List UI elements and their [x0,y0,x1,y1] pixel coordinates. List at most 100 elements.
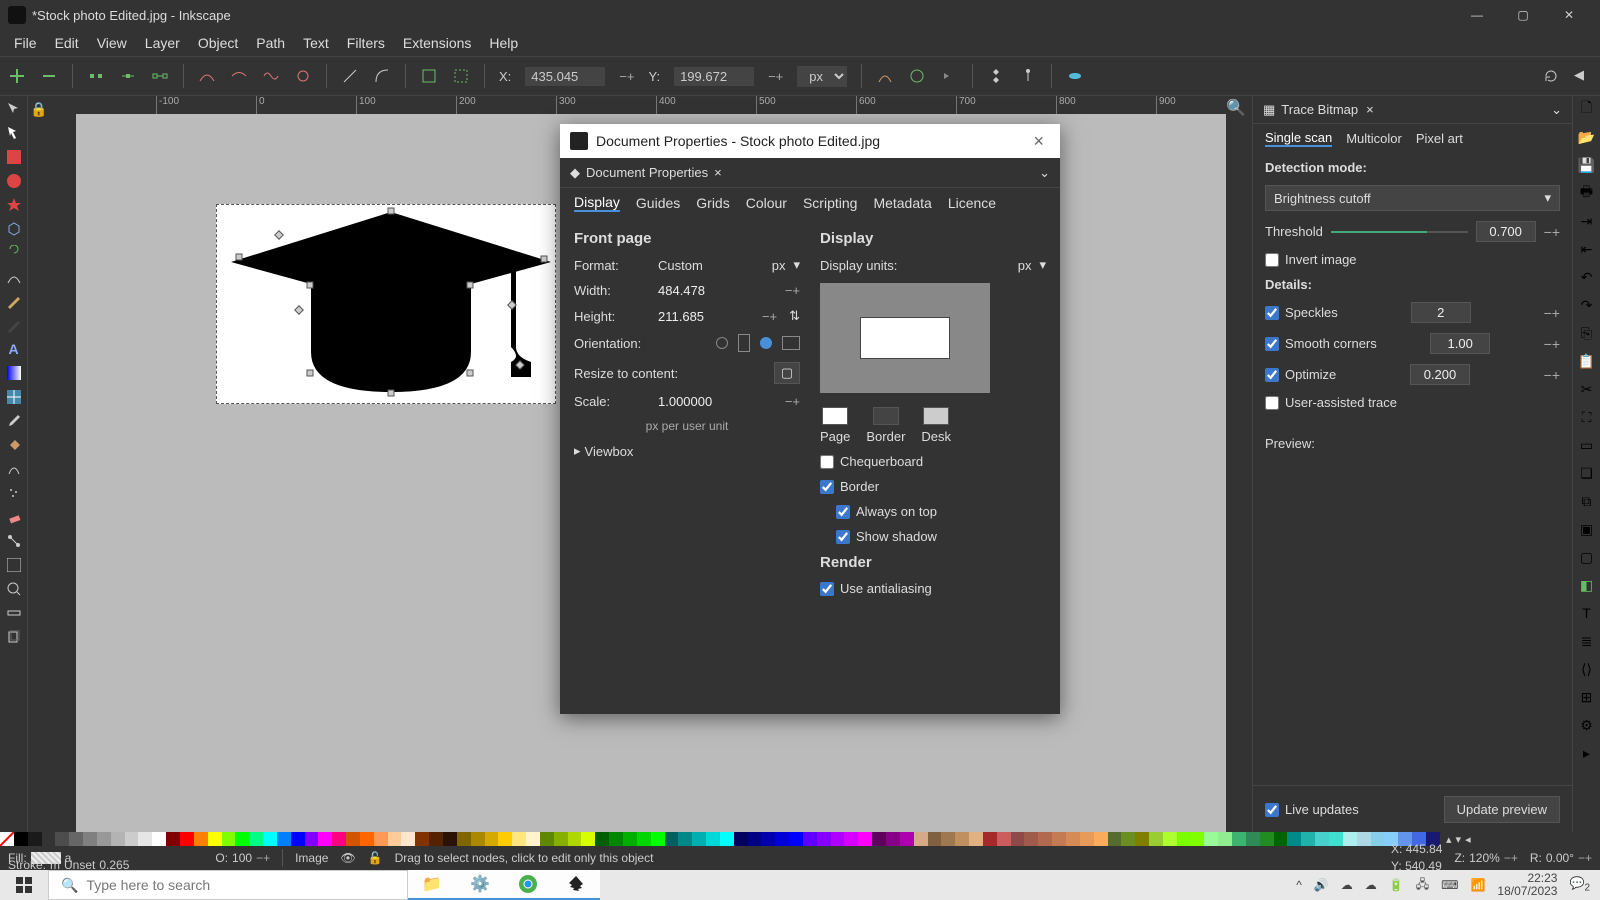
color-swatch[interactable] [332,832,346,846]
palette-up-icon[interactable]: ▴ [1446,833,1452,846]
invert-checkbox[interactable] [1265,253,1279,267]
color-swatch[interactable] [665,832,679,846]
color-swatch[interactable] [914,832,928,846]
color-swatch[interactable] [789,832,803,846]
color-swatch[interactable] [941,832,955,846]
close-panel-icon[interactable]: × [1366,102,1374,117]
color-swatch[interactable] [1080,832,1094,846]
color-swatch[interactable] [706,832,720,846]
dialog-tab-scripting[interactable]: Scripting [803,195,857,211]
maximize-button[interactable]: ▢ [1500,0,1546,30]
height-stepper[interactable]: −+ [762,309,777,324]
color-swatch[interactable] [554,832,568,846]
resize-button[interactable]: ▢ [774,362,800,384]
tweak-tool[interactable] [5,460,23,478]
color-swatch[interactable] [1135,832,1149,846]
chequerboard-checkbox[interactable] [820,455,834,469]
dialog-tab-close[interactable]: × [714,165,722,180]
color-swatch[interactable] [1357,832,1371,846]
more-icon[interactable]: ▸ [1578,744,1596,762]
color-swatch[interactable] [1329,832,1343,846]
wifi-icon[interactable]: 📶 [1470,878,1485,892]
color-swatch[interactable] [208,832,222,846]
threshold-stepper[interactable]: −+ [1544,224,1560,240]
save-icon[interactable]: 💾 [1578,156,1596,174]
color-swatch[interactable] [1287,832,1301,846]
panel-toggle-icon[interactable]: ◀ [1574,67,1592,85]
dialog-tab-grids[interactable]: Grids [696,195,729,211]
lock-aspect-icon[interactable]: ⇅ [789,308,800,324]
print-icon[interactable]: 🖶 [1578,184,1596,202]
detection-mode-select[interactable]: Brightness cutoff ▾ [1265,185,1560,211]
color-swatch[interactable] [83,832,97,846]
color-swatch[interactable] [235,832,249,846]
line-segment-icon[interactable] [341,67,359,85]
show-handles-icon[interactable] [876,67,894,85]
optimize-stepper[interactable]: −+ [1544,367,1560,383]
bezier-tool[interactable] [5,268,23,286]
menu-object[interactable]: Object [190,33,246,53]
color-swatch[interactable] [1315,832,1329,846]
color-swatch[interactable] [318,832,332,846]
x-input[interactable] [525,67,605,86]
duplicate-icon[interactable]: ❏ [1578,464,1596,482]
color-swatch[interactable] [886,832,900,846]
3dbox-tool[interactable] [5,220,23,238]
color-swatch[interactable] [125,832,139,846]
color-swatch[interactable] [623,832,637,846]
color-swatch[interactable] [651,832,665,846]
smooth-value[interactable]: 1.00 [1430,333,1490,354]
dialog-tab-metadata[interactable]: Metadata [873,195,931,211]
search-box[interactable]: 🔍 Type here to search [48,870,408,900]
color-swatch[interactable] [1218,832,1232,846]
color-swatch[interactable] [1066,832,1080,846]
color-swatch[interactable] [277,832,291,846]
scale-stepper[interactable]: −+ [785,394,800,409]
weather-icon[interactable]: ☁ [1365,878,1377,892]
delete-node-icon[interactable] [40,67,58,85]
lpe-tool[interactable] [5,556,23,574]
color-swatch[interactable] [1052,832,1066,846]
always-on-top-checkbox[interactable] [836,505,850,519]
export-icon[interactable]: ⇤ [1578,240,1596,258]
dialog-tab-label[interactable]: Document Properties [586,165,708,180]
format-value[interactable]: Custom [658,258,703,273]
color-swatch[interactable] [388,832,402,846]
clip-mask-icon[interactable] [1066,67,1084,85]
gradient-tool[interactable] [5,364,23,382]
color-swatch[interactable] [748,832,762,846]
chevron-down-icon[interactable]: ▾ [1039,257,1046,273]
mesh-tool[interactable] [5,388,23,406]
viewbox-label[interactable]: Viewbox [585,444,634,459]
menu-filters[interactable]: Filters [339,33,393,53]
join-segment-icon[interactable] [151,67,169,85]
color-swatch[interactable] [983,832,997,846]
color-swatch[interactable] [1301,832,1315,846]
align-icon[interactable]: ⊞ [1578,688,1596,706]
snap-lock-icon[interactable]: 🔒 [30,100,48,118]
color-swatch[interactable] [692,832,706,846]
keyboard-icon[interactable]: ⌨ [1441,878,1458,892]
threshold-slider[interactable] [1331,231,1468,233]
color-swatch[interactable] [111,832,125,846]
smooth-node-icon[interactable] [230,67,248,85]
color-swatch[interactable] [1163,832,1177,846]
color-swatch[interactable] [609,832,623,846]
color-swatch[interactable] [471,832,485,846]
color-swatch[interactable] [360,832,374,846]
insert-node-icon[interactable] [8,67,26,85]
transform-handles-icon[interactable] [987,67,1005,85]
color-swatch[interactable] [1121,832,1135,846]
group-icon[interactable]: ▣ [1578,520,1596,538]
color-swatch[interactable] [55,832,69,846]
stroke-to-path-icon[interactable] [452,67,470,85]
color-swatch[interactable] [1177,832,1191,846]
color-swatch[interactable] [138,832,152,846]
optimize-checkbox[interactable] [1265,368,1279,382]
cusp-node-icon[interactable] [198,67,216,85]
color-swatch[interactable] [858,832,872,846]
refresh-icon[interactable] [1542,67,1560,85]
color-swatch[interactable] [872,832,886,846]
close-button[interactable]: ✕ [1546,0,1592,30]
open-icon[interactable]: 📂 [1578,128,1596,146]
